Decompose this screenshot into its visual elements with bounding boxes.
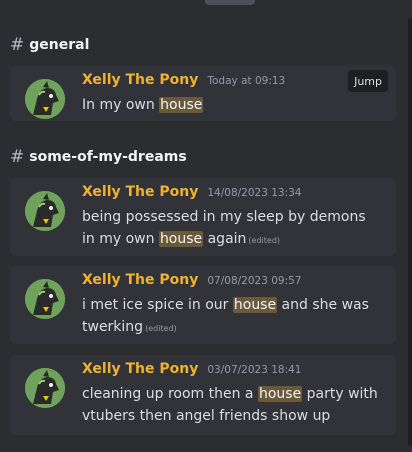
search-result[interactable]: Xelly The Pony 03/07/2023 18:41 cleaning… <box>10 355 396 435</box>
drag-handle <box>205 0 255 5</box>
search-highlight: house <box>158 231 204 247</box>
message-content: cleaning up room then a house party with… <box>82 386 378 424</box>
search-highlight: house <box>232 297 278 313</box>
message-content: being possessed in my sleep by demons in… <box>82 209 366 247</box>
edited-label: (edited) <box>145 324 177 333</box>
channel-header-some-of-my-dreams[interactable]: # some-of-my-dreams <box>10 146 187 168</box>
pony-avatar-icon[interactable] <box>25 191 65 231</box>
timestamp: 14/08/2023 13:34 <box>207 187 302 199</box>
channel-header-general[interactable]: # general <box>10 34 89 56</box>
pony-avatar-icon[interactable] <box>25 279 65 319</box>
jump-button[interactable]: Jump <box>348 70 388 92</box>
timestamp: 03/07/2023 18:41 <box>207 364 302 376</box>
hash-icon: # <box>10 147 25 167</box>
search-highlight: house <box>159 97 204 113</box>
search-result[interactable]: Xelly The Pony Today at 09:13 In my own … <box>10 66 396 121</box>
username[interactable]: Xelly The Pony <box>82 361 198 377</box>
username[interactable]: Xelly The Pony <box>82 72 198 88</box>
username[interactable]: Xelly The Pony <box>82 184 198 200</box>
pony-avatar-icon[interactable] <box>25 368 65 408</box>
message-content: i met ice spice in our house and she was… <box>82 297 369 335</box>
search-result[interactable]: Xelly The Pony 07/08/2023 09:57 i met ic… <box>10 266 396 344</box>
timestamp: Today at 09:13 <box>207 75 286 87</box>
hash-icon: # <box>10 35 25 55</box>
message-content: In my own house <box>82 97 204 113</box>
search-result[interactable]: Xelly The Pony 14/08/2023 13:34 being po… <box>10 178 396 256</box>
search-highlight: house <box>257 386 303 402</box>
edited-label: (edited) <box>248 236 281 245</box>
username[interactable]: Xelly The Pony <box>82 272 198 288</box>
timestamp: 07/08/2023 09:57 <box>207 275 302 287</box>
scrollbar[interactable] <box>408 18 412 446</box>
pony-avatar-icon[interactable] <box>25 79 65 119</box>
channel-name: some-of-my-dreams <box>29 149 187 165</box>
channel-name: general <box>29 37 90 53</box>
